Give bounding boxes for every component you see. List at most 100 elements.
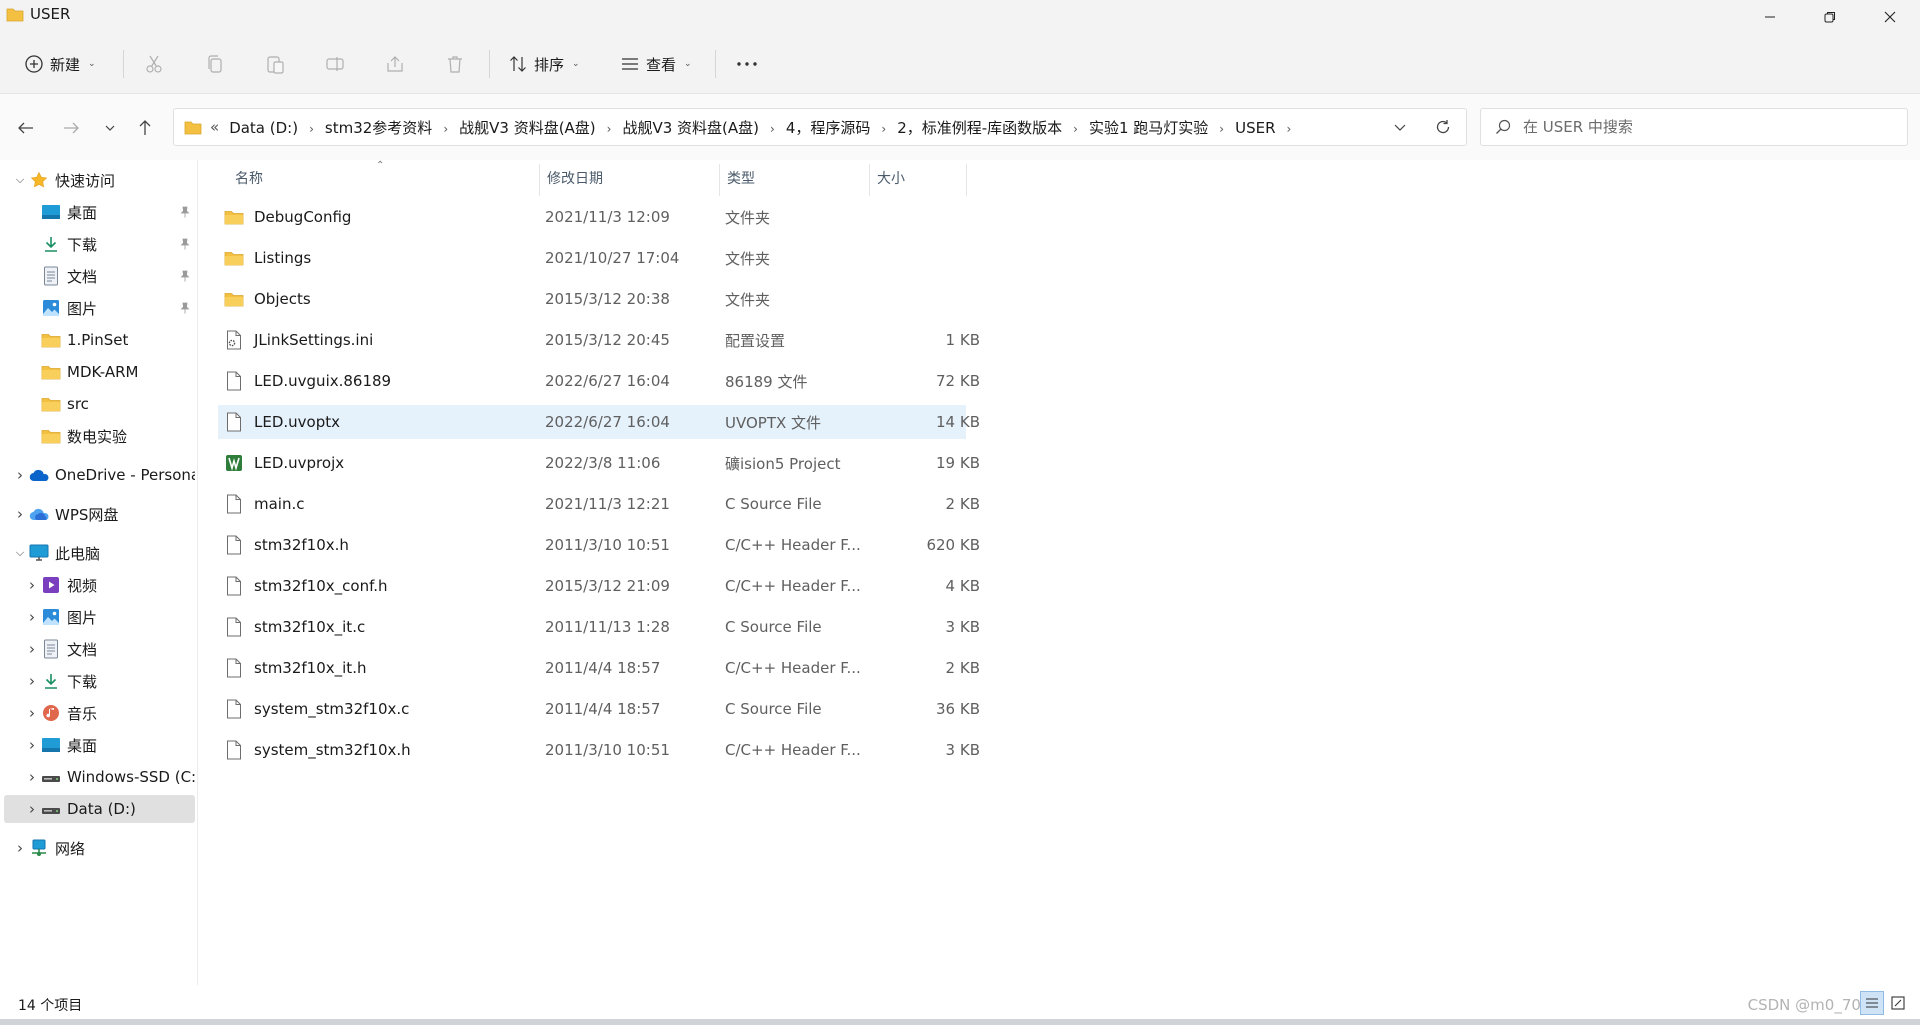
sidebar-item[interactable]: 文档 xyxy=(4,262,195,290)
sidebar-item[interactable]: › 图片 xyxy=(4,603,195,631)
command-bar: 新建 ⌄ 排序 ⌄ 查看 ⌄ xyxy=(0,34,1920,94)
breadcrumb-chevron-icon[interactable]: › xyxy=(1287,122,1292,136)
chevron-right-icon[interactable]: › xyxy=(24,608,40,626)
breadcrumb-item[interactable]: 实验1 跑马灯实验 xyxy=(1089,117,1208,138)
file-name: system_stm32f10x.h xyxy=(254,741,411,759)
copy-button[interactable] xyxy=(205,44,225,84)
breadcrumb-chevron-icon[interactable]: › xyxy=(607,122,612,136)
sidebar-item[interactable]: ⌵ 快速访问 xyxy=(4,166,195,194)
sidebar-item-label: 音乐 xyxy=(67,704,98,723)
navigation-pane: ⌵ 快速访问 桌面 下载 文档 图片 1.PinSet MDK-ARM src 数电实验 › OneD… xyxy=(0,160,198,985)
refresh-button[interactable] xyxy=(1420,119,1466,135)
breadcrumb-chevron-icon[interactable]: › xyxy=(443,122,448,136)
chevron-down-icon[interactable]: ⌵ xyxy=(12,173,28,187)
breadcrumb-item[interactable]: 2，标准例程-库函数版本 xyxy=(897,117,1062,138)
delete-button[interactable] xyxy=(445,44,465,84)
sidebar-item[interactable]: 1.PinSet xyxy=(4,326,195,354)
table-row[interactable]: Listings 2021/10/27 17:04 文件夹 xyxy=(218,241,966,275)
up-button[interactable] xyxy=(129,112,161,144)
table-row[interactable]: LED.uvprojx 2022/3/8 11:06 礦ision5 Project… xyxy=(218,446,980,480)
sidebar-item-label: 桌面 xyxy=(67,736,98,755)
breadcrumb-item[interactable]: USER xyxy=(1235,119,1275,137)
column-header-size[interactable]: 大小 xyxy=(869,160,966,196)
address-history-button[interactable] xyxy=(1380,120,1420,134)
chevron-right-icon[interactable]: › xyxy=(12,505,28,523)
chevron-right-icon[interactable]: › xyxy=(24,704,40,722)
breadcrumb-item[interactable]: stm32参考资料 xyxy=(325,117,432,138)
sidebar-item[interactable]: › OneDrive - Persona xyxy=(4,461,195,489)
rename-button[interactable] xyxy=(325,44,345,84)
breadcrumb-item[interactable]: 战舰V3 资料盘(A盘) xyxy=(459,117,596,138)
breadcrumb-chevron-icon[interactable]: › xyxy=(1219,122,1224,136)
table-row[interactable]: stm32f10x_it.h 2011/4/4 18:57 C/C++ Header… xyxy=(218,651,980,685)
forward-button[interactable] xyxy=(55,112,87,144)
sidebar-item[interactable]: › 桌面 xyxy=(4,731,195,759)
address-overflow[interactable]: « xyxy=(210,118,219,136)
table-row[interactable]: system_stm32f10x.c 2011/4/4 18:57 C Source… xyxy=(218,692,980,726)
new-button[interactable]: 新建 ⌄ xyxy=(24,44,96,84)
sidebar-item[interactable]: › 音乐 xyxy=(4,699,195,727)
sidebar-item[interactable]: 桌面 xyxy=(4,198,195,226)
more-options-button[interactable] xyxy=(735,44,759,84)
column-header-type[interactable]: 类型 xyxy=(719,160,869,196)
table-row[interactable]: DebugConfig 2021/11/3 12:09 文件夹 xyxy=(218,200,966,234)
table-row[interactable]: stm32f10x_conf.h 2015/3/12 21:09 C/C++ Hea… xyxy=(218,569,980,603)
paste-button[interactable] xyxy=(265,44,285,84)
back-button[interactable] xyxy=(10,112,42,144)
chevron-right-icon[interactable]: › xyxy=(24,768,40,786)
keil-project-icon xyxy=(224,453,244,473)
search-input[interactable] xyxy=(1523,118,1883,136)
sidebar-item[interactable]: › Data (D:) xyxy=(4,795,195,823)
table-row[interactable]: Objects 2015/3/12 20:38 文件夹 xyxy=(218,282,966,316)
chevron-right-icon[interactable]: › xyxy=(24,672,40,690)
table-row[interactable]: LED.uvguix.86189 2022/6/27 16:04 86189 文件 7… xyxy=(218,364,980,398)
sidebar-item[interactable]: MDK-ARM xyxy=(4,358,195,386)
table-row[interactable]: stm32f10x.h 2011/3/10 10:51 C/C++ Header F… xyxy=(218,528,980,562)
share-button[interactable] xyxy=(385,44,405,84)
table-row[interactable]: LED.uvoptx 2022/6/27 16:04 UVOPTX 文件 14 KB xyxy=(218,405,980,439)
chevron-down-icon[interactable]: ⌵ xyxy=(12,546,28,560)
table-row[interactable]: stm32f10x_it.c 2011/11/13 1:28 C Source Fi… xyxy=(218,610,980,644)
sidebar-item[interactable]: › WPS网盘 xyxy=(4,500,195,528)
breadcrumb-item[interactable]: Data (D:) xyxy=(229,119,298,137)
sort-button[interactable]: 排序 ⌄ xyxy=(508,44,580,84)
sidebar-item[interactable]: › Windows-SSD (C:) xyxy=(4,763,195,791)
sidebar-item[interactable]: 数电实验 xyxy=(4,422,195,450)
column-divider[interactable] xyxy=(966,164,967,196)
breadcrumb-item[interactable]: 4，程序源码 xyxy=(786,117,871,138)
table-row[interactable]: system_stm32f10x.h 2011/3/10 10:51 C/C++ H… xyxy=(218,733,980,767)
sidebar-item[interactable]: › 下载 xyxy=(4,667,195,695)
cut-button[interactable] xyxy=(144,44,164,84)
sidebar-item[interactable]: › 视频 xyxy=(4,571,195,599)
arrow-left-icon xyxy=(18,122,33,134)
table-row[interactable]: main.c 2021/11/3 12:21 C Source File 2 KB xyxy=(218,487,980,521)
column-header-name[interactable]: 名称 xyxy=(227,160,537,196)
breadcrumb-chevron-icon[interactable]: › xyxy=(881,122,886,136)
chevron-right-icon[interactable]: › xyxy=(24,736,40,754)
details-view-button[interactable] xyxy=(1860,991,1884,1015)
sidebar-item[interactable]: ⌵ 此电脑 xyxy=(4,539,195,567)
address-bar[interactable]: « Data (D:) › stm32参考资料 › 战舰V3 资料盘(A盘) › 战舰V3 … xyxy=(173,108,1467,146)
sidebar-item[interactable]: src xyxy=(4,390,195,418)
sidebar-item[interactable]: 下载 xyxy=(4,230,195,258)
restore-button[interactable] xyxy=(1800,0,1860,34)
sidebar-item[interactable]: 图片 xyxy=(4,294,195,322)
breadcrumb-item[interactable]: 战舰V3 资料盘(A盘) xyxy=(622,117,759,138)
chevron-right-icon[interactable]: › xyxy=(24,800,40,818)
table-row[interactable]: JLinkSettings.ini 2015/3/12 20:45 配置设置 1 KB xyxy=(218,323,980,357)
chevron-right-icon[interactable]: › xyxy=(24,640,40,658)
recent-locations-button[interactable] xyxy=(94,112,126,144)
breadcrumb-chevron-icon[interactable]: › xyxy=(1073,122,1078,136)
minimize-button[interactable] xyxy=(1740,0,1800,34)
chevron-right-icon[interactable]: › xyxy=(12,839,28,857)
chevron-right-icon[interactable]: › xyxy=(24,576,40,594)
breadcrumb-chevron-icon[interactable]: › xyxy=(309,122,314,136)
sidebar-item[interactable]: › 文档 xyxy=(4,635,195,663)
breadcrumb-chevron-icon[interactable]: › xyxy=(770,122,775,136)
sidebar-item[interactable]: › 网络 xyxy=(4,834,195,862)
tiles-view-button[interactable] xyxy=(1886,991,1910,1015)
close-button[interactable] xyxy=(1860,0,1920,34)
column-header-date[interactable]: 修改日期 xyxy=(539,160,719,196)
view-button[interactable]: 查看 ⌄ xyxy=(620,44,692,84)
chevron-right-icon[interactable]: › xyxy=(12,466,28,484)
